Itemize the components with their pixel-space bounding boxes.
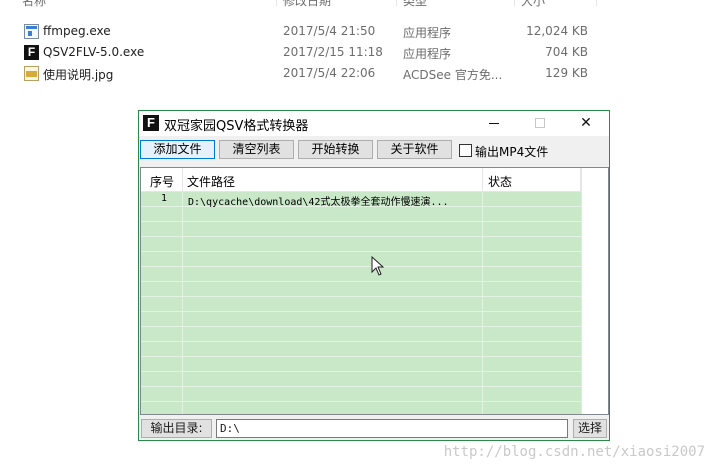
list-body[interactable]: 1 D:\qycache\download\42式太极拳全套动作慢速演...	[141, 192, 608, 414]
jpg-icon	[24, 66, 39, 81]
table-row-empty	[141, 372, 608, 387]
minimize-button[interactable]	[471, 111, 517, 136]
column-divider[interactable]	[276, 0, 277, 6]
file-list[interactable]: 序号 文件路径 状态 1 D:\qycache\download\42式太极拳全…	[140, 167, 609, 415]
table-row-empty	[141, 237, 608, 252]
mouse-cursor-icon	[371, 256, 385, 276]
file-row[interactable]: F QSV2FLV-5.0.exe 2017/2/15 11:18 应用程序 7…	[0, 42, 600, 63]
file-type: ACDSee 官方免...	[403, 68, 503, 82]
file-name: ffmpeg.exe	[43, 24, 111, 38]
file-date: 2017/5/4 22:06	[283, 66, 376, 80]
header-divider[interactable]	[482, 168, 483, 192]
column-divider[interactable]	[396, 0, 397, 6]
table-row[interactable]: 1 D:\qycache\download\42式太极拳全套动作慢速演...	[141, 192, 608, 208]
output-dir-label: 输出目录:	[141, 419, 212, 438]
header-status[interactable]: 状态	[488, 173, 512, 190]
table-row-empty	[141, 297, 608, 312]
header-index[interactable]: 序号	[150, 173, 174, 190]
toolbar: 添加文件 清空列表 开始转换 关于软件 输出MP4文件	[139, 137, 609, 163]
file-size: 704 KB	[545, 45, 588, 59]
file-row[interactable]: 使用说明.jpg 2017/5/4 22:06 ACDSee 官方免... 12…	[0, 63, 600, 84]
table-row-empty	[141, 312, 608, 327]
table-row-empty	[141, 222, 608, 237]
close-button[interactable]: ✕	[563, 111, 609, 136]
table-row-empty	[141, 282, 608, 297]
maximize-icon	[535, 118, 545, 128]
file-size: 12,024 KB	[526, 24, 588, 38]
column-divider[interactable]	[596, 0, 597, 6]
output-dir-field[interactable]: D:\	[216, 419, 568, 438]
list-scroll-area[interactable]	[581, 168, 608, 414]
close-icon: ✕	[580, 115, 592, 131]
file-size: 129 KB	[545, 66, 588, 80]
clear-list-button[interactable]: 清空列表	[219, 140, 294, 159]
maximize-button[interactable]	[517, 111, 563, 136]
choose-dir-button[interactable]: 选择	[573, 419, 607, 438]
table-row-empty	[141, 327, 608, 342]
column-name[interactable]: 名称	[22, 0, 46, 9]
explorer-column-header: 名称 修改日期 类型 大小	[0, 0, 715, 14]
column-date[interactable]: 修改日期	[283, 0, 331, 9]
file-type: 应用程序	[403, 47, 452, 61]
output-mp4-checkbox[interactable]	[459, 144, 472, 157]
column-divider[interactable]	[514, 0, 515, 6]
column-type[interactable]: 类型	[403, 0, 427, 9]
window-title: 双冠家园QSV格式转换器	[164, 119, 309, 134]
file-date: 2017/5/4 21:50	[283, 24, 376, 38]
app-f-icon: F	[143, 115, 159, 131]
add-file-button[interactable]: 添加文件	[140, 140, 215, 159]
file-name: QSV2FLV-5.0.exe	[43, 45, 145, 59]
start-convert-button[interactable]: 开始转换	[298, 140, 373, 159]
title-bar[interactable]: F 双冠家园QSV格式转换器 ✕	[139, 111, 609, 136]
file-row[interactable]: ffmpeg.exe 2017/5/4 21:50 应用程序 12,024 KB	[0, 21, 600, 42]
table-row-empty	[141, 357, 608, 372]
column-size[interactable]: 大小	[521, 0, 545, 9]
table-row-empty	[141, 342, 608, 357]
about-button[interactable]: 关于软件	[377, 140, 452, 159]
minimize-icon	[489, 123, 499, 124]
table-row-empty	[141, 207, 608, 222]
output-mp4-label[interactable]: 输出MP4文件	[475, 143, 548, 160]
output-bar: 输出目录: D:\ 选择	[139, 418, 609, 440]
header-divider[interactable]	[182, 168, 183, 192]
list-header: 序号 文件路径 状态	[141, 168, 608, 192]
table-row-empty	[141, 387, 608, 402]
app-f-icon: F	[24, 45, 39, 60]
row-path: D:\qycache\download\42式太极拳全套动作慢速演...	[188, 197, 449, 208]
exe-icon	[24, 24, 39, 39]
file-name: 使用说明.jpg	[43, 68, 114, 82]
header-path[interactable]: 文件路径	[187, 173, 235, 190]
row-index: 1	[161, 193, 168, 204]
file-type: 应用程序	[403, 26, 452, 40]
watermark: http://blog.csdn.net/xiaosi2007	[443, 444, 705, 460]
file-date: 2017/2/15 11:18	[283, 45, 383, 59]
